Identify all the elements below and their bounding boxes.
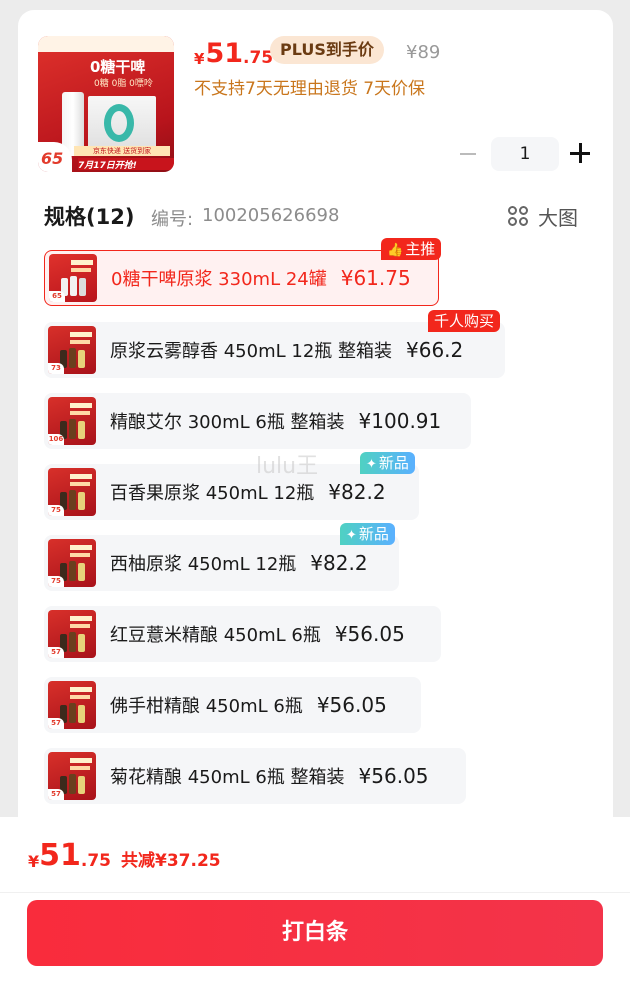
spec-option-0[interactable]: 65 0糖干啤原浆 330mL 24罐 ¥61.75 (44, 250, 439, 306)
spec-thumb-number: 73 (48, 363, 64, 374)
popular-tag: 千人购买 (428, 310, 501, 332)
spec-option-2[interactable]: 106 精酿艾尔 300mL 6瓶 整箱装 ¥100.91 (44, 393, 471, 449)
quantity-increase-button[interactable] (570, 143, 590, 163)
spec-label: 百香果原浆 450mL 12瓶 (110, 483, 315, 504)
thumb-date: 7月17日开抢! (78, 158, 174, 171)
spec-thumb-number: 106 (48, 434, 64, 445)
spec-option-6[interactable]: 57 佛手柑精酿 450mL 6瓶 ¥56.05 (44, 677, 421, 733)
thumb-delivery-strip: 京东快递 送货到家 (74, 146, 170, 156)
spec-price: ¥56.05 (334, 622, 405, 646)
spec-price: ¥56.05 (316, 693, 387, 717)
spec-thumb: 57 (48, 752, 96, 800)
spec-price: ¥56.05 (358, 764, 429, 788)
spec-thumb: 57 (48, 610, 96, 658)
spec-price: ¥82.2 (328, 480, 386, 504)
spec-thumb-number: 65 (49, 291, 65, 302)
thumbs-up-icon: 👍 (387, 243, 404, 258)
spec-code: 100205626698 (202, 205, 340, 226)
total-discount: 共减¥37.25 (121, 851, 221, 871)
price-decimal: .75 (243, 48, 274, 68)
spec-thumb: 106 (48, 397, 96, 445)
recommend-tag: 👍 主推 (381, 238, 442, 260)
spec-price: ¥82.2 (310, 551, 368, 575)
watermark: lulu王 (256, 454, 319, 479)
spec-label: 西柚原浆 450mL 12瓶 (110, 554, 297, 575)
spec-thumb-number: 57 (48, 647, 64, 658)
sparkle-icon: ✦ (366, 457, 377, 472)
new-tag-label: 新品 (358, 525, 389, 543)
spec-thumb-number: 75 (48, 576, 64, 587)
product-thumbnail[interactable]: 0糖干啤 0糖 0脂 0嘌呤 京东快递 送货到家 7月17日开抢! 65 (38, 36, 174, 172)
plus-price-tag: PLUS到手价 (270, 36, 384, 64)
thumb-headline: 0糖干啤 (90, 58, 146, 76)
spec-thumb-number: 57 (48, 718, 64, 729)
spec-option-7[interactable]: 57 菊花精酿 450mL 6瓶 整箱装 ¥56.05 (44, 748, 466, 804)
spec-code-label: 编号: (151, 209, 194, 230)
spec-thumb: 75 (48, 539, 96, 587)
spec-label: 0糖干啤原浆 330mL 24罐 (111, 269, 327, 290)
new-tag: ✦ 新品 (360, 452, 415, 474)
spec-thumb: 65 (49, 254, 97, 302)
spec-thumb: 75 (48, 468, 96, 516)
return-policy-notice: 不支持7天无理由退货 7天价保 (194, 79, 426, 99)
spec-thumb-number: 57 (48, 789, 64, 800)
bigview-toggle[interactable]: 大图 (508, 202, 578, 231)
quantity-decrease-button[interactable] (458, 142, 480, 166)
spec-label: 原浆云雾醇香 450mL 12瓶 整箱装 (110, 341, 392, 362)
spec-thumb-number: 75 (48, 505, 64, 516)
new-tag-label: 新品 (378, 454, 409, 472)
spec-label: 菊花精酿 450mL 6瓶 整箱装 (110, 767, 345, 788)
spec-title: 规格(12) (44, 205, 135, 229)
quantity-input[interactable]: 1 (491, 137, 559, 171)
thumb-badge: 65 (38, 142, 72, 172)
new-tag: ✦ 新品 (340, 523, 395, 545)
spec-thumb: 73 (48, 326, 96, 374)
price-currency: ¥ (194, 50, 205, 68)
total-integer: 51 (39, 838, 81, 873)
pay-later-button[interactable]: 打白条 (27, 900, 603, 966)
spec-price: ¥66.2 (406, 338, 464, 362)
spec-option-5[interactable]: 57 红豆薏米精酿 450mL 6瓶 ¥56.05 (44, 606, 441, 662)
footer-divider (0, 892, 630, 893)
price-integer: 51 (205, 38, 244, 69)
sparkle-icon: ✦ (346, 528, 357, 543)
original-price: ¥89 (406, 42, 441, 63)
total-decimal: .75 (80, 851, 112, 871)
recommend-tag-label: 主推 (405, 240, 436, 258)
spec-thumb: 57 (48, 681, 96, 729)
spec-label: 佛手柑精酿 450mL 6瓶 (110, 696, 303, 717)
total-price: ¥ 51 .75 共减¥37.25 (28, 838, 221, 873)
spec-label: 红豆薏米精酿 450mL 6瓶 (110, 625, 321, 646)
grid-icon (508, 205, 530, 228)
thumb-subline: 0糖 0脂 0嘌呤 (94, 79, 153, 89)
total-currency: ¥ (28, 852, 40, 871)
spec-label: 精酿艾尔 300mL 6瓶 整箱装 (110, 412, 345, 433)
spec-price: ¥61.75 (340, 266, 411, 290)
bigview-label: 大图 (538, 206, 578, 230)
spec-price: ¥100.91 (358, 409, 442, 433)
brand-banner (38, 36, 174, 52)
checkout-footer: ¥ 51 .75 共减¥37.25 打白条 (0, 817, 630, 988)
